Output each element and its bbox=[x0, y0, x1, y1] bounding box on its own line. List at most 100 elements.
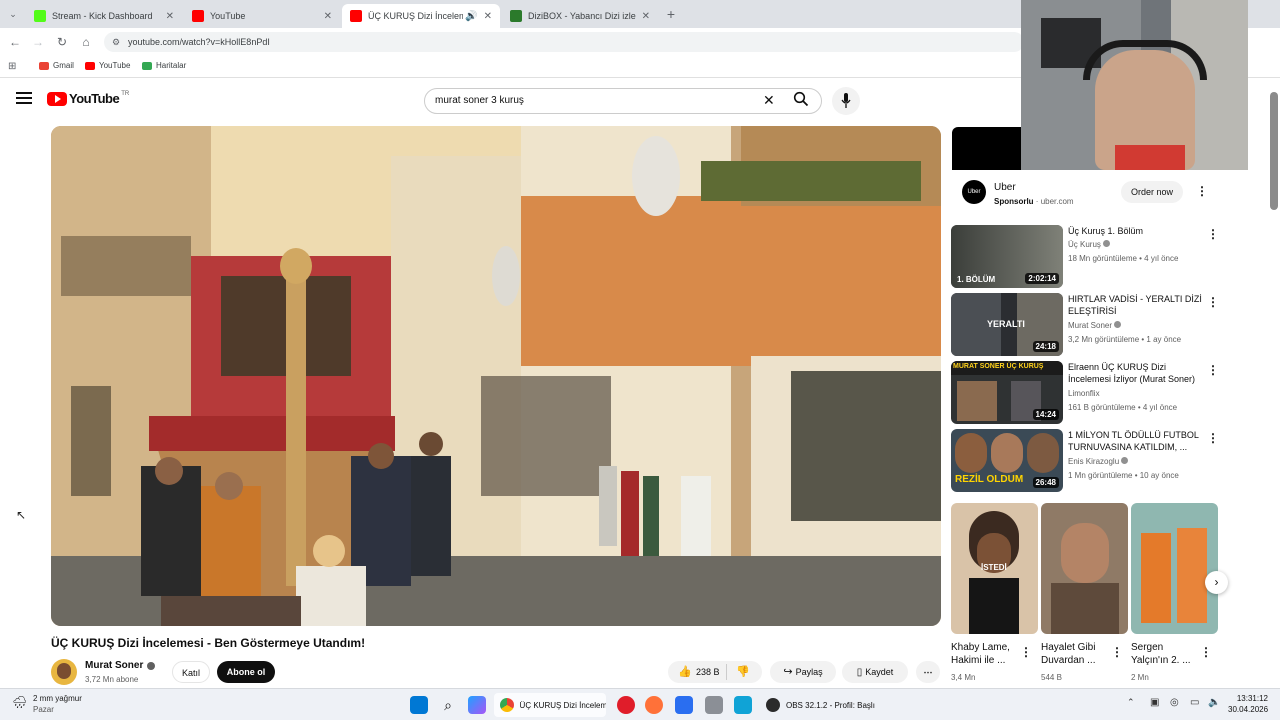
video-thumbnail[interactable]: MURAT SONER ÜÇ KURUŞ 14:24 bbox=[951, 361, 1063, 424]
shorts-title: Khaby Lame, Hakimi ile ... bbox=[951, 642, 1010, 666]
shorts-thumbnail[interactable] bbox=[1131, 503, 1218, 634]
shorts-next-chevron-icon[interactable]: › bbox=[1205, 571, 1228, 594]
shorts-overlay-text: İSTEDİ bbox=[981, 563, 1007, 572]
clock-time[interactable]: 13:31:12 bbox=[1228, 694, 1268, 703]
ad-cta-button[interactable]: Order now bbox=[1121, 181, 1183, 203]
firefox-icon[interactable] bbox=[645, 696, 663, 714]
close-tab-icon[interactable]: ✕ bbox=[642, 11, 650, 22]
ad-domain: uber.com bbox=[1040, 197, 1074, 206]
clock-date: 30.04.2026 bbox=[1228, 705, 1269, 714]
app-icon[interactable] bbox=[734, 696, 752, 714]
tray-chevron-icon[interactable]: ⌃ bbox=[1127, 697, 1135, 708]
taskbar-chrome-window[interactable]: ÜÇ KURUŞ Dizi İncelemi bbox=[494, 693, 606, 717]
clear-search-icon[interactable]: ✕ bbox=[763, 92, 775, 109]
dislike-icon[interactable]: 👎 bbox=[736, 661, 750, 683]
video-thumbnail[interactable]: 1. BÖLÜM 2:02:14 bbox=[951, 225, 1063, 288]
video-duration: 14:24 bbox=[1032, 409, 1059, 420]
taskbar-search-icon[interactable]: ⌕ bbox=[439, 696, 457, 714]
windows-start-icon[interactable] bbox=[410, 696, 428, 714]
volume-icon[interactable]: 🔈 bbox=[1208, 697, 1220, 708]
menu-hamburger-icon[interactable] bbox=[16, 92, 32, 106]
recommended-video[interactable]: YERALTI 24:18 HIRTLAR VADİSİ - YERALTI D… bbox=[951, 293, 1221, 357]
apps-grid-icon[interactable]: ⊞ bbox=[8, 61, 16, 72]
app-icon[interactable] bbox=[675, 696, 693, 714]
tab-search-chevron-icon[interactable]: ⌄ bbox=[4, 5, 22, 23]
bookmark-gmail[interactable]: Gmail bbox=[39, 61, 74, 70]
youtube-logo[interactable]: YouTube TR bbox=[47, 91, 129, 106]
reload-icon[interactable]: ↻ bbox=[53, 33, 71, 51]
tab-youtube[interactable]: YouTube ✕ bbox=[184, 4, 340, 28]
video-title: ÜÇ KURUŞ Dizi İncelemesi - Ben Göstermey… bbox=[51, 636, 366, 650]
shorts-views: 2 Mn bbox=[1131, 673, 1149, 682]
shorts-menu-icon[interactable]: ⋮ bbox=[1020, 645, 1032, 659]
settings-gear-icon[interactable] bbox=[705, 696, 723, 714]
video-player[interactable] bbox=[51, 126, 941, 626]
bookmark-maps[interactable]: Haritalar bbox=[142, 61, 186, 70]
video-menu-icon[interactable]: ⋮ bbox=[1207, 363, 1219, 377]
shorts-menu-icon[interactable]: ⋮ bbox=[1200, 645, 1212, 659]
shorts-thumbnail[interactable] bbox=[1041, 503, 1128, 634]
video-meta: 161 B görüntüleme • 4 yıl önce bbox=[1068, 403, 1178, 412]
tray-app-icon[interactable]: ▣ bbox=[1150, 697, 1159, 708]
video-menu-icon[interactable]: ⋮ bbox=[1207, 227, 1219, 241]
ad-brand-logo[interactable]: Uber bbox=[962, 180, 986, 204]
subscribe-button[interactable]: Abone ol bbox=[217, 661, 275, 683]
home-icon[interactable]: ⌂ bbox=[77, 33, 95, 51]
share-button[interactable]: ↪ Paylaş bbox=[770, 661, 836, 683]
back-icon[interactable]: ← bbox=[6, 33, 24, 51]
verified-badge-icon bbox=[1121, 457, 1129, 464]
ad-meta: Sponsorlu · uber.com bbox=[994, 197, 1074, 206]
recommended-video[interactable]: REZİL OLDUM 26:48 1 MİLYON TL ÖDÜLLÜ FUT… bbox=[951, 429, 1221, 493]
address-bar[interactable]: ⚙ youtube.com/watch?v=kHollE8nPdI bbox=[104, 32, 1024, 52]
video-menu-icon[interactable]: ⋮ bbox=[1207, 295, 1219, 309]
region-code: TR bbox=[121, 91, 130, 97]
shorts-menu-icon[interactable]: ⋮ bbox=[1111, 645, 1123, 659]
forward-icon[interactable]: → bbox=[29, 33, 47, 51]
search-icon[interactable] bbox=[793, 91, 809, 107]
opera-icon[interactable] bbox=[617, 696, 635, 714]
verified-badge-icon bbox=[1103, 240, 1111, 247]
save-label: Kaydet bbox=[865, 667, 894, 677]
recommended-video[interactable]: 1. BÖLÜM 2:02:14 Üç Kuruş 1. Bölüm Üç Ku… bbox=[951, 225, 1221, 289]
video-thumbnail[interactable]: REZİL OLDUM 26:48 bbox=[951, 429, 1063, 492]
weather-icon[interactable]: 🌧 bbox=[12, 695, 27, 709]
bookmark-youtube[interactable]: YouTube bbox=[85, 61, 130, 70]
recommended-video[interactable]: MURAT SONER ÜÇ KURUŞ 14:24 Elraenn ÜÇ KU… bbox=[951, 361, 1221, 425]
close-tab-icon[interactable]: ✕ bbox=[484, 11, 492, 22]
site-info-icon[interactable]: ⚙ bbox=[112, 32, 120, 52]
channel-name-link[interactable]: Murat Soner bbox=[85, 660, 156, 671]
voice-search-button[interactable] bbox=[832, 87, 860, 115]
thumbnail-overlay-text: YERALTI bbox=[987, 319, 1025, 329]
share-icon: ↪ bbox=[783, 666, 793, 678]
chrome-icon bbox=[500, 698, 514, 712]
like-icon[interactable]: 👍 bbox=[678, 661, 692, 683]
ad-more-icon[interactable]: ⋮ bbox=[1196, 184, 1208, 198]
channel-label: Üç Kuruş bbox=[1068, 240, 1101, 249]
headphones-image bbox=[1083, 40, 1207, 80]
video-thumbnail[interactable]: YERALTI 24:18 bbox=[951, 293, 1063, 356]
video-menu-icon[interactable]: ⋮ bbox=[1207, 431, 1219, 445]
microphone-icon bbox=[841, 93, 851, 108]
tab-uc-kurus-active[interactable]: ÜÇ KURUŞ Dizi İncelemesi 🔊 ✕ bbox=[342, 4, 500, 28]
tab-dizibox[interactable]: DiziBOX - Yabancı Dizi izle, Yab ✕ bbox=[502, 4, 658, 28]
kick-favicon-icon bbox=[34, 10, 46, 22]
verified-badge-icon bbox=[1114, 321, 1122, 328]
close-tab-icon[interactable]: ✕ bbox=[324, 11, 332, 22]
shorts-title: Hayalet Gibi Duvardan ... bbox=[1041, 642, 1096, 666]
shorts-thumbnail[interactable]: İSTEDİ bbox=[951, 503, 1038, 634]
search-value: murat soner 3 kuruş bbox=[435, 95, 524, 106]
tray-app-icon[interactable]: ◎ bbox=[1170, 697, 1179, 708]
copilot-icon[interactable] bbox=[468, 696, 486, 714]
speaker-icon[interactable]: 🔊 bbox=[465, 11, 477, 22]
tab-kick-dashboard[interactable]: Stream - Kick Dashboard ✕ bbox=[26, 4, 182, 28]
page-scrollbar[interactable] bbox=[1270, 92, 1278, 210]
join-button[interactable]: Katıl bbox=[172, 661, 210, 683]
channel-avatar[interactable] bbox=[51, 659, 77, 685]
new-tab-icon[interactable]: + bbox=[662, 5, 680, 23]
save-button[interactable]: ▯ Kaydet bbox=[842, 661, 908, 683]
more-actions-icon[interactable]: ⋯ bbox=[916, 661, 940, 683]
shorts-title: Sergen Yalçın'ın 2. ... bbox=[1131, 642, 1191, 666]
network-icon[interactable]: ▭ bbox=[1190, 697, 1199, 708]
close-tab-icon[interactable]: ✕ bbox=[166, 11, 174, 22]
taskbar-obs-window[interactable]: OBS 32.1.2 - Profil: Başlı bbox=[762, 693, 880, 717]
